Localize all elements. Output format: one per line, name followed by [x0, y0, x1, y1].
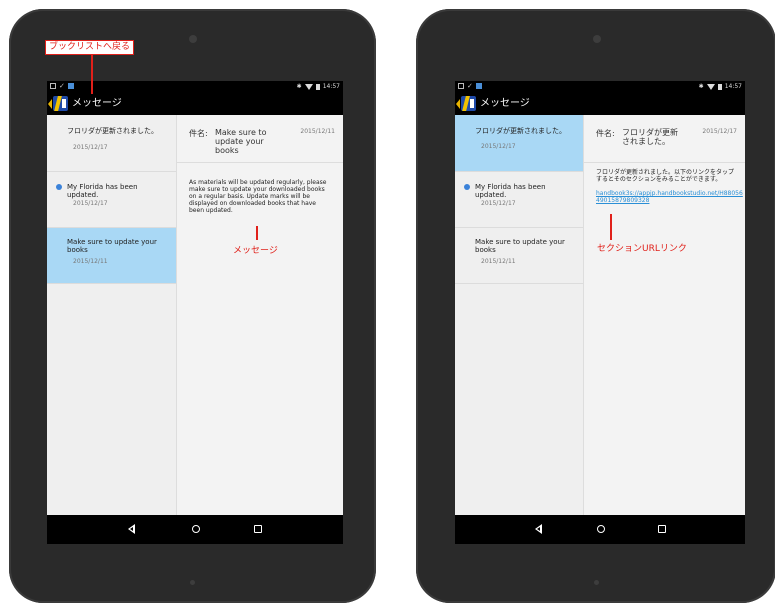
callout-line-section-url: [610, 214, 612, 240]
message-title: My Florida has been updated.: [67, 183, 138, 199]
message-list-item-selected[interactable]: フロリダが更新されました。 2015/12/17: [455, 115, 583, 172]
message-title: フロリダが更新されました。: [475, 127, 566, 135]
subject-text: フロリダが更新されました。: [622, 128, 678, 146]
message-list-item[interactable]: My Florida has been updated. 2015/12/17: [455, 172, 583, 228]
subject-label: 件名:: [189, 129, 208, 138]
tablet-screen-left: ✓ ✱ 14:57 メッセージ フロリダが更新されました。 2015/12/17…: [47, 81, 343, 544]
message-date: 2015/12/17: [73, 200, 108, 207]
status-time: 14:57: [322, 83, 340, 90]
subject-date: 2015/12/17: [702, 128, 737, 135]
subject-label: 件名:: [596, 129, 615, 138]
sensor-dot: [190, 580, 195, 585]
recent-apps-icon[interactable]: [655, 522, 669, 536]
subject-text: Make sure to update your books: [215, 128, 267, 155]
message-detail: 件名: フロリダが更新されました。 2015/12/17 フロリダが更新されまし…: [584, 115, 745, 515]
battery-icon: [717, 83, 722, 90]
message-date: 2015/12/11: [73, 258, 108, 265]
sensor-dot: [594, 580, 599, 585]
handbook-app-icon[interactable]: [461, 96, 476, 111]
message-body: フロリダが更新されました。以下のリンクをタップするとそのセクションをみることがで…: [596, 169, 735, 183]
unread-dot-icon: [56, 184, 62, 190]
message-title: フロリダが更新されました。: [67, 127, 158, 135]
status-bar: ✓ ✱ 14:57: [455, 81, 745, 93]
nav-bar: [47, 515, 343, 544]
tablet-screen-right: ✓ ✱ 14:57 メッセージ フロリダが更新されました。 2015/12/17…: [455, 81, 745, 544]
back-icon[interactable]: [532, 522, 546, 536]
message-date: 2015/12/17: [481, 200, 516, 207]
callout-section-url-link: セクションURLリンク: [597, 244, 687, 254]
message-date: 2015/12/11: [481, 258, 516, 265]
check-icon: ✓: [467, 82, 473, 90]
action-bar-title: メッセージ: [480, 98, 530, 109]
camera-icon: [189, 35, 197, 43]
subject-date: 2015/12/11: [300, 128, 335, 135]
message-list-item[interactable]: フロリダが更新されました。 2015/12/17: [47, 115, 176, 172]
action-bar: メッセージ: [455, 93, 745, 115]
message-title: My Florida has been updated.: [475, 183, 546, 199]
message-list-item[interactable]: My Florida has been updated. 2015/12/17: [47, 172, 176, 228]
message-list-item[interactable]: Make sure to update your books 2015/12/1…: [455, 228, 583, 284]
callout-back-to-booklist: ブックリストへ戻る: [45, 40, 135, 55]
image-icon: [475, 83, 482, 89]
home-icon[interactable]: [594, 522, 608, 536]
wifi-icon: [706, 83, 715, 90]
action-bar-title: メッセージ: [72, 98, 122, 109]
callout-message: メッセージ: [233, 246, 278, 256]
wifi-icon: [304, 83, 313, 90]
message-title: Make sure to update your books: [67, 238, 157, 254]
nav-bar: [455, 515, 745, 544]
image-icon: [67, 83, 74, 89]
handbook-app-icon[interactable]: [53, 96, 68, 111]
callout-line-back: [91, 54, 93, 94]
message-list: フロリダが更新されました。 2015/12/17 My Florida has …: [47, 115, 177, 515]
subject-row: 件名: フロリダが更新されました。 2015/12/17: [584, 115, 745, 163]
message-title: Make sure to update your books: [475, 238, 565, 254]
message-list-item-selected[interactable]: Make sure to update your books 2015/12/1…: [47, 228, 176, 284]
message-body: As materials will be updated regularly, …: [189, 179, 327, 214]
check-icon: ✓: [59, 82, 65, 90]
back-icon[interactable]: [125, 522, 139, 536]
section-url-link[interactable]: handbook3s://appjp.handbookstudio.net/H8…: [596, 190, 744, 204]
message-date: 2015/12/17: [481, 143, 516, 150]
battery-icon: [315, 83, 320, 90]
back-arrow-icon[interactable]: [48, 99, 52, 109]
bluetooth-icon: ✱: [698, 83, 704, 90]
message-list: フロリダが更新されました。 2015/12/17 My Florida has …: [455, 115, 584, 515]
unread-dot-icon: [464, 184, 470, 190]
home-icon[interactable]: [189, 522, 203, 536]
message-detail: 件名: Make sure to update your books 2015/…: [177, 115, 343, 515]
recent-apps-icon[interactable]: [251, 522, 265, 536]
callout-line-message: [256, 226, 258, 240]
bluetooth-icon: ✱: [296, 83, 302, 90]
subject-row: 件名: Make sure to update your books 2015/…: [177, 115, 343, 163]
camera-icon: [593, 35, 601, 43]
action-bar: メッセージ: [47, 93, 343, 115]
back-arrow-icon[interactable]: [456, 99, 460, 109]
message-date: 2015/12/17: [73, 144, 108, 151]
status-time: 14:57: [724, 83, 742, 90]
screenshot-icon: [458, 83, 464, 89]
screenshot-icon: [50, 83, 56, 89]
